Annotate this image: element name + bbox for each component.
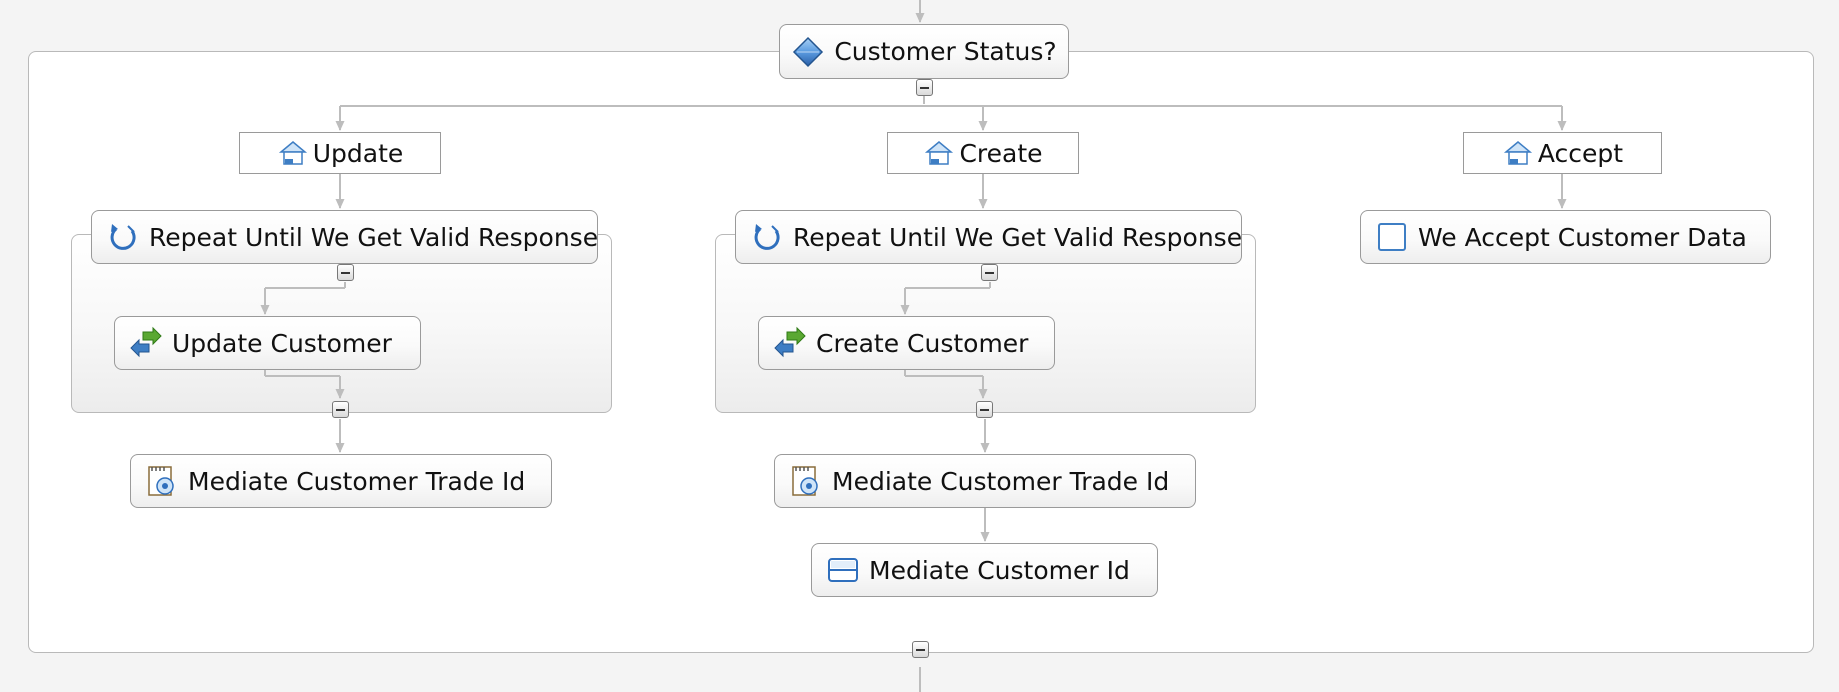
create-repeat-label: Repeat Until We Get Valid Response bbox=[793, 222, 1243, 252]
mediation-icon bbox=[789, 464, 823, 498]
create-customer-invoke[interactable]: Create Customer bbox=[758, 316, 1055, 370]
create-customer-label: Create Customer bbox=[816, 328, 1029, 358]
data-map-icon bbox=[826, 553, 860, 587]
create-mediate-trade-id-label: Mediate Customer Trade Id bbox=[832, 466, 1170, 496]
update-repeat-label: Repeat Until We Get Valid Response bbox=[149, 222, 599, 252]
invoke-icon bbox=[129, 326, 163, 360]
decision-collapse-toggle[interactable] bbox=[916, 79, 933, 96]
process-canvas: Customer Status? Update Create Accept Re… bbox=[0, 0, 1839, 692]
create-loop-collapse-toggle[interactable] bbox=[981, 264, 998, 281]
create-mediate-trade-id[interactable]: Mediate Customer Trade Id bbox=[774, 454, 1196, 508]
create-mediate-customer-id-label: Mediate Customer Id bbox=[869, 555, 1130, 585]
update-mediate-trade-id[interactable]: Mediate Customer Trade Id bbox=[130, 454, 552, 508]
accept-customer-data-label: We Accept Customer Data bbox=[1418, 222, 1747, 252]
case-accept-label: Accept bbox=[1537, 138, 1624, 168]
update-customer-label: Update Customer bbox=[172, 328, 392, 358]
case-icon bbox=[277, 138, 309, 168]
repeat-icon bbox=[750, 220, 784, 254]
case-accept[interactable]: Accept bbox=[1463, 132, 1662, 174]
case-create-label: Create bbox=[959, 138, 1043, 168]
diamond-icon bbox=[791, 35, 825, 69]
invoke-icon bbox=[773, 326, 807, 360]
decision-label: Customer Status? bbox=[834, 37, 1057, 66]
update-customer-invoke[interactable]: Update Customer bbox=[114, 316, 421, 370]
update-loop-collapse-toggle[interactable] bbox=[337, 264, 354, 281]
case-update-label: Update bbox=[312, 138, 404, 168]
case-icon bbox=[1502, 138, 1534, 168]
case-icon bbox=[923, 138, 955, 168]
decision-node[interactable]: Customer Status? bbox=[779, 24, 1069, 79]
update-mediate-trade-id-label: Mediate Customer Trade Id bbox=[188, 466, 526, 496]
choice-collapse-toggle[interactable] bbox=[912, 641, 929, 658]
case-update[interactable]: Update bbox=[239, 132, 441, 174]
mediation-icon bbox=[145, 464, 179, 498]
create-mediate-customer-id[interactable]: Mediate Customer Id bbox=[811, 543, 1158, 597]
update-repeat-loop[interactable]: Repeat Until We Get Valid Response bbox=[91, 210, 598, 264]
create-repeat-loop[interactable]: Repeat Until We Get Valid Response bbox=[735, 210, 1242, 264]
repeat-icon bbox=[106, 220, 140, 254]
create-loop-bottom-toggle[interactable] bbox=[976, 401, 993, 418]
accept-customer-data-action[interactable]: We Accept Customer Data bbox=[1360, 210, 1771, 264]
update-loop-bottom-toggle[interactable] bbox=[332, 401, 349, 418]
empty-action-icon bbox=[1375, 220, 1409, 254]
case-create[interactable]: Create bbox=[887, 132, 1079, 174]
